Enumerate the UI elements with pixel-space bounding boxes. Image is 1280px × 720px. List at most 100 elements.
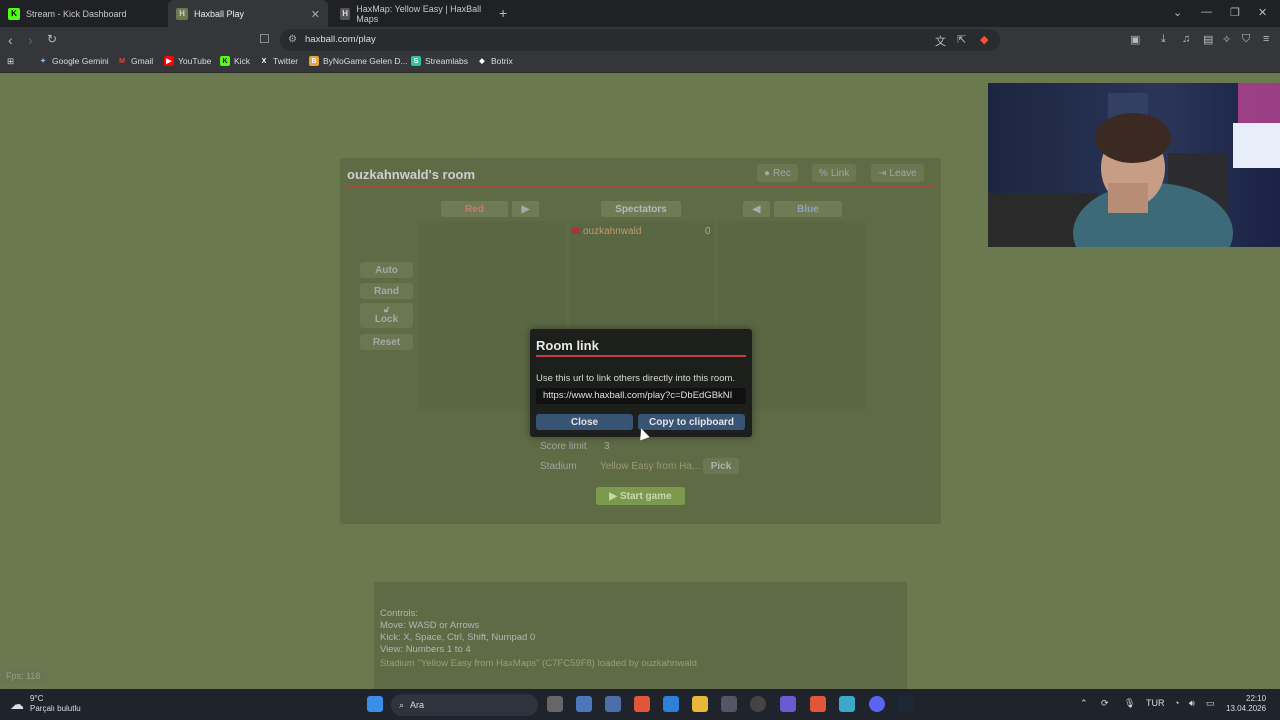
bookmark-kick[interactable]: K Kick (220, 56, 250, 66)
reload-icon[interactable]: ↻ (47, 32, 57, 46)
microphone-icon[interactable]: 🎙︎ (1124, 698, 1135, 709)
spectators-header[interactable]: Spectators (601, 201, 681, 217)
red-team-header[interactable]: Red (441, 201, 508, 217)
tray-app-icon[interactable]: ⟳ (1101, 698, 1109, 709)
forward-icon[interactable]: › (28, 32, 33, 48)
webcam-overlay (988, 83, 1280, 247)
calculator-icon[interactable] (605, 696, 621, 712)
wifi-icon[interactable]: ◔ (1174, 698, 1179, 708)
file-explorer-icon[interactable] (692, 696, 708, 712)
discord-icon[interactable] (869, 696, 885, 712)
link-button[interactable]: % Link (812, 164, 857, 182)
task-view-icon[interactable] (547, 696, 563, 712)
bookmark-youtube[interactable]: ▶ YouTube (164, 56, 211, 66)
new-tab-icon[interactable]: + (499, 5, 507, 21)
start-game-button[interactable]: ▶ Start game (596, 487, 685, 505)
bookmark-gmail[interactable]: M Gmail (117, 56, 153, 66)
app-blue-icon[interactable] (839, 696, 855, 712)
tray-expand-icon[interactable]: ⌃ (1080, 698, 1088, 709)
copy-to-clipboard-button[interactable]: Copy to clipboard (638, 414, 745, 430)
bookmark-twitter[interactable]: X Twitter (259, 56, 298, 66)
controls-panel: Controls: Move: WASD or Arrows Kick: X, … (374, 582, 907, 689)
rand-button[interactable]: Rand (360, 283, 413, 299)
leave-icon: ⇥ (878, 167, 887, 179)
back-icon[interactable]: ‹ (8, 32, 13, 48)
tab-title: HaxMap: Yellow Easy | HaxBall Maps (356, 3, 482, 24)
steam-icon[interactable] (898, 696, 914, 712)
windows-start-icon[interactable] (367, 696, 383, 712)
obs-icon[interactable] (750, 696, 766, 712)
wallet-icon[interactable]: ▤ (1203, 33, 1213, 46)
address-bar[interactable]: ⚙ haxball.com/play 文 ⇱ ◆ (280, 29, 1000, 51)
volume-icon[interactable]: 🔊︎ (1189, 698, 1195, 709)
dialog-description: Use this url to link others directly int… (536, 373, 736, 384)
flag-icon (572, 228, 580, 234)
bookmark-google-gemini[interactable]: ✦ Google Gemini (38, 56, 109, 66)
chat-log-message: Stadium "Yellow Easy from HaxMaps" (C7FC… (380, 658, 697, 669)
minimize-icon[interactable]: — (1201, 6, 1212, 18)
play-icon: ▶ (609, 490, 617, 502)
battery-icon[interactable]: ▭ (1206, 698, 1215, 709)
tab-haxmap[interactable]: H HaxMap: Yellow Easy | HaxBall Maps (332, 0, 492, 27)
app-purple-icon[interactable] (780, 696, 796, 712)
score-limit-label: Score limit (540, 441, 587, 452)
room-link-dialog: Room link Use this url to link others di… (530, 329, 752, 437)
leave-button[interactable]: ⇥ Leave (871, 164, 924, 182)
taskbar-search[interactable]: ⌕ Ara (391, 694, 538, 716)
bookmark-streamlabs[interactable]: S Streamlabs (411, 56, 468, 66)
media-icon[interactable]: ♫ (1182, 33, 1190, 45)
share-icon[interactable]: ⇱ (957, 33, 966, 46)
auto-button[interactable]: Auto (360, 262, 413, 278)
url-text[interactable]: haxball.com/play (305, 34, 376, 45)
brave-active-icon[interactable] (810, 696, 826, 712)
close-button[interactable]: Close (536, 414, 633, 430)
move-left-icon[interactable]: ◀ (743, 201, 770, 217)
tab-title: Stream - Kick Dashboard (26, 8, 127, 19)
tab-bar: K Stream - Kick Dashboard H Haxball Play… (0, 0, 1280, 27)
controls-kick: Kick: X, Space, Ctrl, Shift, Numpad 0 (380, 632, 536, 643)
vpn-icon[interactable]: ⛉ (1242, 33, 1250, 46)
language-indicator[interactable]: TUR (1146, 698, 1165, 708)
maximize-icon[interactable]: ❐ (1230, 6, 1240, 19)
dialog-divider (536, 355, 746, 357)
pick-stadium-button[interactable]: Pick (703, 458, 739, 474)
bookmark-bynogame[interactable]: B ByNoGame Gelen D... (309, 56, 408, 66)
gemini-icon: ✦ (40, 58, 46, 65)
bookmark-botrix[interactable]: ◆ Botrix (477, 56, 512, 66)
brave-taskbar-icon[interactable] (634, 696, 650, 712)
close-window-icon[interactable]: ✕ (1258, 6, 1267, 19)
sidebar-icon[interactable]: ▣ (1130, 33, 1140, 46)
score-limit-value[interactable]: 3 (604, 441, 610, 452)
snipping-tool-icon[interactable] (576, 696, 592, 712)
bookmark-icon[interactable]: ☐ (259, 32, 270, 46)
tab-haxball-play[interactable]: H Haxball Play ✕ (168, 0, 328, 27)
tab-search-icon[interactable]: ⌄ (1173, 6, 1182, 19)
player-entry[interactable]: ouzkahnwald (572, 226, 641, 237)
reset-button[interactable]: Reset (360, 334, 413, 350)
move-right-icon[interactable]: ▶ (512, 201, 539, 217)
menu-icon[interactable]: ≡ (1263, 33, 1269, 45)
clock[interactable]: 22:10 13.04.2026 (1226, 694, 1266, 714)
apps-icon[interactable]: ⊞ (7, 56, 14, 67)
tab-kick-dashboard[interactable]: K Stream - Kick Dashboard (0, 0, 168, 27)
brave-shield-icon[interactable]: ◆ (980, 33, 988, 46)
lock-button[interactable]: 🔓︎ Lock (360, 303, 413, 328)
close-tab-icon[interactable]: ✕ (311, 8, 320, 21)
download-icon[interactable]: ⤓ (1161, 33, 1166, 46)
gmail-icon: M (119, 57, 125, 65)
bookmarks-bar: ⊞ ✦ Google Gemini M Gmail ▶ YouTube K Kick X… (0, 53, 1280, 73)
outlook-icon[interactable] (663, 696, 679, 712)
rec-button[interactable]: ● Rec (757, 164, 798, 182)
record-icon: ● (764, 167, 771, 179)
translate-icon[interactable]: 文 (935, 33, 946, 49)
room-url-field[interactable]: https://www.haxball.com/play?c=DbEdGBkNI (536, 388, 746, 404)
store-icon[interactable] (721, 696, 737, 712)
leo-icon[interactable]: ✧ (1222, 33, 1231, 46)
page-content: ouzkahnwald's room ● Rec % Link ⇥ Leave Red… (0, 73, 1280, 689)
search-icon: ⌕ (399, 699, 405, 710)
weather-widget[interactable]: ☁ 9°C Parçalı bulutlu (10, 694, 81, 714)
youtube-icon: ▶ (164, 56, 174, 66)
site-info-icon[interactable]: ⚙ (288, 34, 297, 45)
player-score: 0 (705, 226, 711, 237)
blue-team-header[interactable]: Blue (774, 201, 842, 217)
